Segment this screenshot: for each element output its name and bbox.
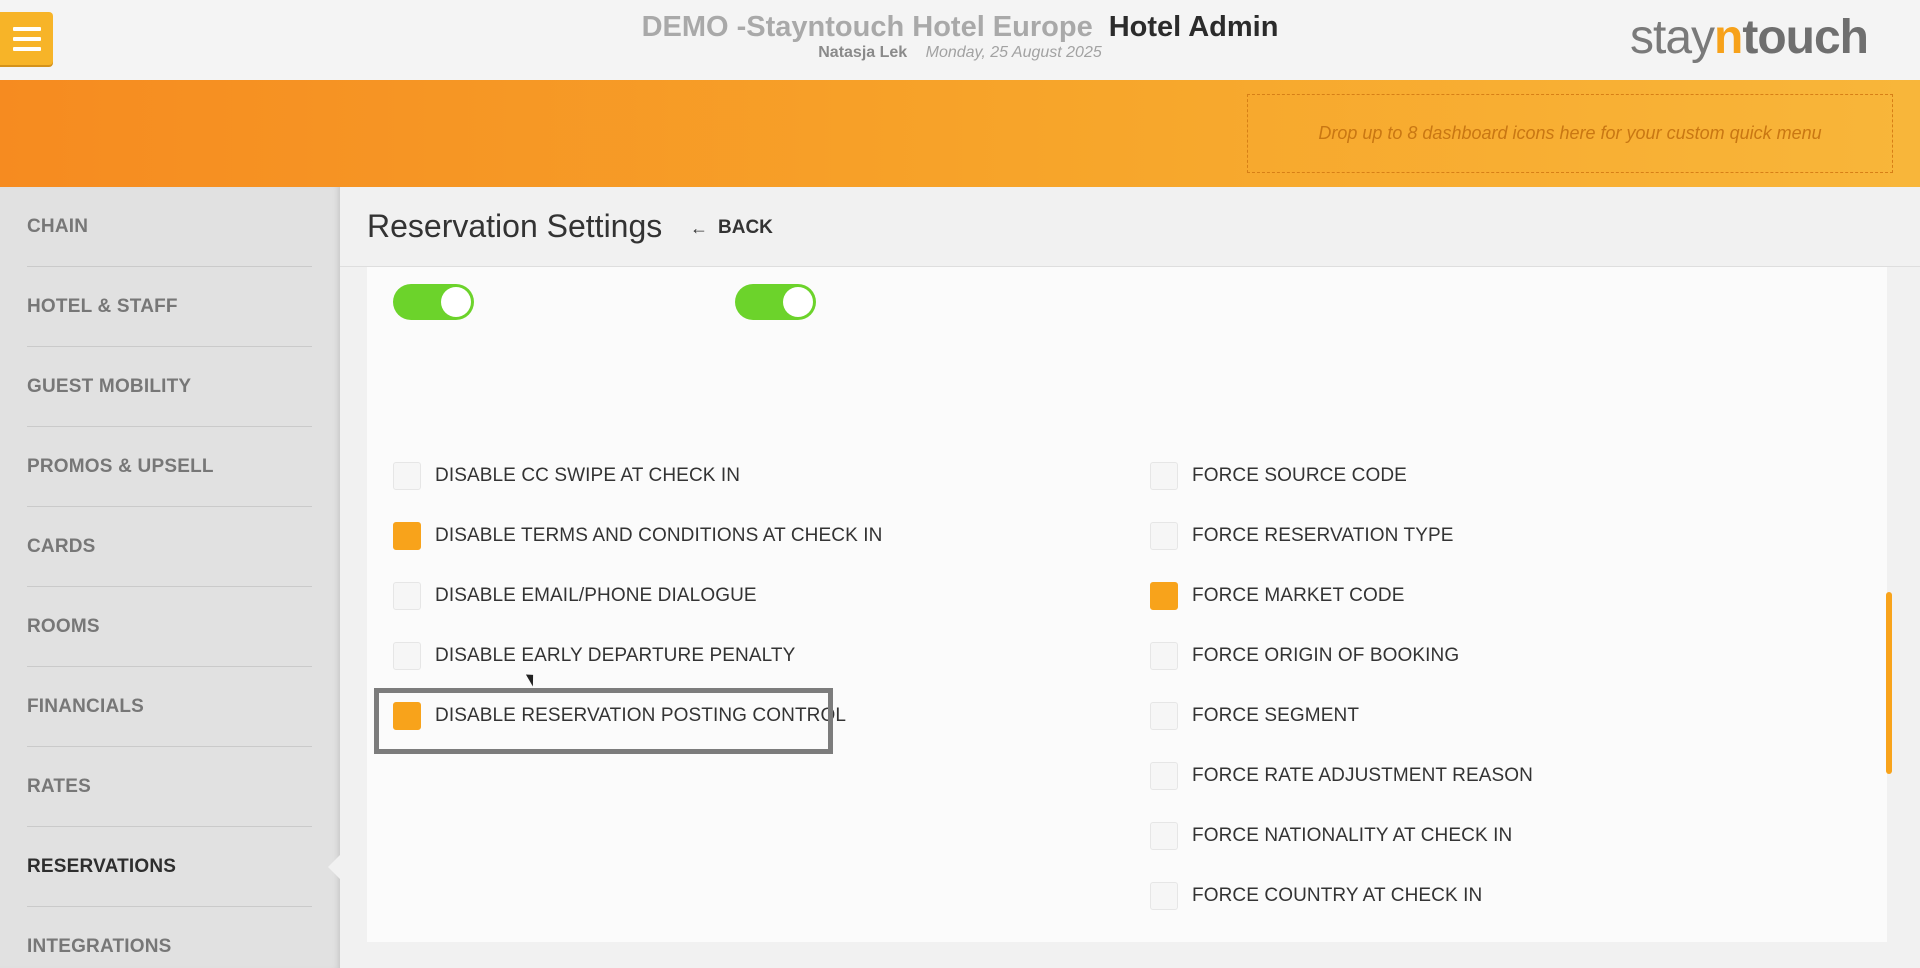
- option-label: FORCE ORIGIN OF BOOKING: [1192, 645, 1460, 666]
- option-label: FORCE MARKET CODE: [1192, 585, 1405, 606]
- checkbox[interactable]: [393, 522, 421, 550]
- option-force-country-at-check-in[interactable]: FORCE COUNTRY AT CHECK IN: [1150, 881, 1482, 911]
- option-label: FORCE SEGMENT: [1192, 705, 1360, 726]
- toggle-knob: [441, 287, 471, 317]
- option-label: FORCE COUNTRY AT CHECK IN: [1192, 885, 1483, 906]
- option-label: FORCE RESERVATION TYPE: [1192, 525, 1454, 546]
- checkbox[interactable]: [1150, 462, 1178, 490]
- stayntouch-logo: stayntouch: [1630, 11, 1869, 64]
- app-name: Hotel Admin: [1108, 11, 1279, 43]
- top-bar: DEMO -Stayntouch Hotel Europe Hotel Admin…: [0, 0, 1920, 80]
- checkbox[interactable]: [393, 582, 421, 610]
- content-header: Reservation Settings ← BACK: [340, 187, 1920, 267]
- checkbox[interactable]: [1150, 702, 1178, 730]
- back-label: BACK: [718, 217, 773, 238]
- quick-menu-dropzone[interactable]: Drop up to 8 dashboard icons here for yo…: [1247, 94, 1893, 173]
- sidebar-item-reservations[interactable]: RESERVATIONS: [27, 827, 312, 907]
- option-label: DISABLE RESERVATION POSTING CONTROL: [435, 705, 847, 726]
- sidebar-item-promos-upsell[interactable]: PROMOS & UPSELL: [27, 427, 312, 507]
- option-label: FORCE NATIONALITY AT CHECK IN: [1192, 825, 1513, 846]
- checkbox[interactable]: [1150, 582, 1178, 610]
- checkbox[interactable]: [1150, 822, 1178, 850]
- checkbox[interactable]: [1150, 762, 1178, 790]
- checkbox[interactable]: [393, 702, 421, 730]
- arrow-left-icon: ←: [690, 217, 708, 238]
- toggle-knob: [783, 287, 813, 317]
- option-force-segment[interactable]: FORCE SEGMENT: [1150, 701, 1359, 731]
- sidebar: CHAIN HOTEL & STAFF GUEST MOBILITY PROMO…: [0, 187, 340, 968]
- option-label: DISABLE EARLY DEPARTURE PENALTY: [435, 645, 796, 666]
- back-button[interactable]: ← BACK: [690, 217, 773, 239]
- option-label: DISABLE EMAIL/PHONE DIALOGUE: [435, 585, 757, 606]
- page-title: Reservation Settings: [367, 208, 663, 244]
- option-force-nationality-at-check-in[interactable]: FORCE NATIONALITY AT CHECK IN: [1150, 821, 1512, 851]
- toggle-switch[interactable]: [393, 284, 474, 320]
- option-disable-early-departure-penalty[interactable]: DISABLE EARLY DEPARTURE PENALTY: [393, 641, 795, 671]
- sidebar-item-guest-mobility[interactable]: GUEST MOBILITY: [27, 347, 312, 427]
- active-indicator-arrow: [328, 855, 340, 879]
- option-force-rate-adjustment-reason[interactable]: FORCE RATE ADJUSTMENT REASON: [1150, 761, 1533, 791]
- option-force-origin-of-booking[interactable]: FORCE ORIGIN OF BOOKING: [1150, 641, 1459, 671]
- sidebar-item-rooms[interactable]: ROOMS: [27, 587, 312, 667]
- checkbox[interactable]: [393, 462, 421, 490]
- user-name: Natasja Lek: [818, 44, 908, 61]
- toggle-switch[interactable]: [735, 284, 816, 320]
- sidebar-item-integrations[interactable]: INTEGRATIONS: [27, 907, 312, 968]
- scrollbar-thumb[interactable]: [1886, 592, 1892, 774]
- quick-menu-banner: Drop up to 8 dashboard icons here for yo…: [0, 80, 1920, 187]
- sidebar-item-cards[interactable]: CARDS: [27, 507, 312, 587]
- hotel-name: DEMO -Stayntouch Hotel Europe: [641, 11, 1093, 43]
- option-force-reservation-type[interactable]: FORCE RESERVATION TYPE: [1150, 521, 1454, 551]
- option-label: FORCE RATE ADJUSTMENT REASON: [1192, 765, 1533, 786]
- checkbox[interactable]: [1150, 882, 1178, 910]
- option-label: DISABLE TERMS AND CONDITIONS AT CHECK IN: [435, 525, 883, 546]
- option-label: FORCE SOURCE CODE: [1192, 465, 1407, 486]
- option-force-market-code[interactable]: FORCE MARKET CODE: [1150, 581, 1404, 611]
- checkbox[interactable]: [1150, 642, 1178, 670]
- sidebar-item-chain[interactable]: CHAIN: [27, 187, 312, 267]
- option-disable-cc-swipe[interactable]: DISABLE CC SWIPE AT CHECK IN: [393, 461, 740, 491]
- option-disable-reservation-posting-control[interactable]: DISABLE RESERVATION POSTING CONTROL: [393, 701, 846, 731]
- sidebar-item-financials[interactable]: FINANCIALS: [27, 667, 312, 747]
- sidebar-item-rates[interactable]: RATES: [27, 747, 312, 827]
- current-date: Monday, 25 August 2025: [925, 44, 1102, 61]
- option-disable-email-phone-dialogue[interactable]: DISABLE EMAIL/PHONE DIALOGUE: [393, 581, 757, 611]
- sidebar-item-hotel-staff[interactable]: HOTEL & STAFF: [27, 267, 312, 347]
- checkbox[interactable]: [393, 642, 421, 670]
- option-label: DISABLE CC SWIPE AT CHECK IN: [435, 465, 741, 486]
- option-force-source-code[interactable]: FORCE SOURCE CODE: [1150, 461, 1407, 491]
- checkbox[interactable]: [1150, 522, 1178, 550]
- option-disable-terms-conditions[interactable]: DISABLE TERMS AND CONDITIONS AT CHECK IN: [393, 521, 882, 551]
